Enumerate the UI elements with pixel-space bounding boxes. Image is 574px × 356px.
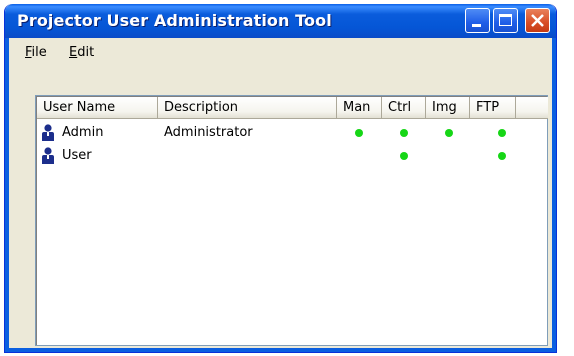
column-header-ctrl[interactable]: Ctrl (382, 97, 426, 119)
permission-dot-ftp (498, 129, 506, 137)
menu-edit-label: dit (77, 45, 95, 60)
column-header-man[interactable]: Man (337, 97, 382, 119)
table-row-admin[interactable]: Admin Administrator (37, 123, 546, 143)
app-window: Projector User Administration Tool File … (4, 4, 557, 353)
list-header: User Name Description Man Ctrl Img FTP (37, 97, 548, 119)
menu-edit-mnemonic: E (69, 45, 78, 60)
menu-file[interactable]: File (25, 45, 47, 60)
permission-dot-man (355, 129, 363, 137)
column-header-description[interactable]: Description (158, 97, 337, 119)
permission-dot-img (445, 129, 453, 137)
window-title: Projector User Administration Tool (17, 11, 332, 30)
close-icon (531, 14, 544, 27)
permission-dot-ctrl (400, 152, 408, 160)
column-header-img[interactable]: Img (426, 97, 470, 119)
menu-edit[interactable]: Edit (69, 45, 94, 60)
column-header-user-name[interactable]: User Name (37, 97, 158, 119)
permission-dot-ftp (498, 152, 506, 160)
close-button[interactable] (525, 8, 550, 33)
row-description: Administrator (164, 125, 253, 140)
column-header-ftp[interactable]: FTP (470, 97, 516, 119)
window-bottom-border (5, 348, 556, 352)
row-user-name: User (62, 148, 92, 163)
minimize-button[interactable] (465, 8, 490, 33)
user-icon (42, 147, 54, 164)
maximize-button[interactable] (493, 8, 518, 33)
user-list[interactable]: User Name Description Man Ctrl Img FTP A… (35, 95, 548, 346)
row-user-name: Admin (62, 125, 104, 140)
title-bar[interactable]: Projector User Administration Tool (5, 4, 556, 38)
table-row-user[interactable]: User (37, 146, 546, 166)
maximize-icon (499, 14, 512, 26)
menu-file-label: ile (31, 45, 47, 60)
permission-dot-ctrl (400, 129, 408, 137)
minimize-icon (472, 24, 481, 27)
column-header-filler (516, 97, 548, 119)
user-icon (42, 124, 54, 141)
menu-bar: File Edit (9, 38, 552, 66)
